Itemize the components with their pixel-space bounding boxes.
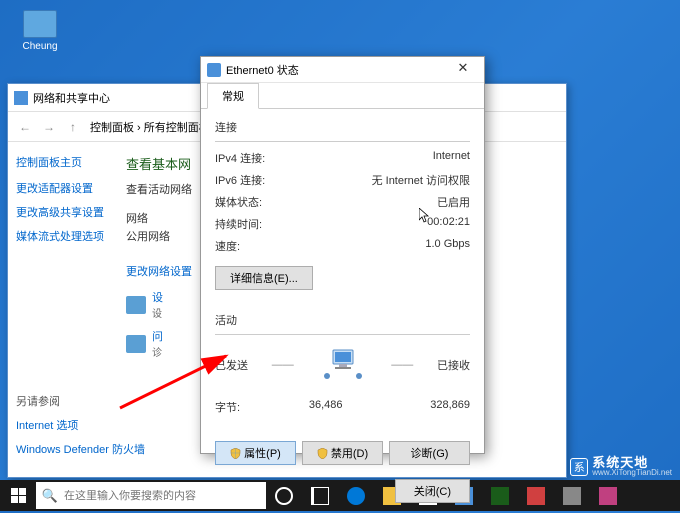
ethernet-icon — [207, 63, 221, 77]
sidebar-item-media[interactable]: 媒体流式处理选项 — [16, 228, 110, 244]
ipv6-label: IPv6 连接: — [215, 172, 265, 188]
row-ipv6: IPv6 连接: 无 Internet 访问权限 — [215, 172, 470, 188]
shield-icon — [317, 448, 328, 459]
nav-up-button[interactable]: ↑ — [62, 116, 84, 138]
nav-back-button[interactable]: ← — [14, 116, 36, 138]
speed-label: 速度: — [215, 238, 240, 254]
ipv4-value: Internet — [433, 150, 470, 166]
cp-title: 网络和共享中心 — [33, 90, 110, 106]
cp-sidebar: 控制面板主页 更改适配器设置 更改高级共享设置 媒体流式处理选项 另请参阅 In… — [8, 142, 118, 477]
diagnose-button[interactable]: 诊断(G) — [389, 441, 470, 465]
ipv4-label: IPv4 连接: — [215, 150, 265, 166]
windows-logo-icon — [11, 488, 26, 503]
media-value: 已启用 — [437, 194, 470, 210]
search-icon: 🔍 — [36, 488, 64, 504]
eth-close-x-button[interactable]: ✕ — [448, 60, 478, 80]
received-label: 已接收 — [437, 357, 470, 373]
close-button[interactable]: 关闭(C) — [395, 479, 470, 503]
breadcrumb[interactable]: 控制面板 › 所有控制面板 › — [90, 119, 217, 135]
start-button[interactable] — [0, 480, 36, 511]
watermark: 系 系统天地 www.XiTongTianDi.net — [570, 456, 672, 477]
row-ipv4: IPv4 连接: Internet — [215, 150, 470, 166]
bytes-received-value: 328,869 — [392, 399, 470, 415]
sidebar-item-sharing[interactable]: 更改高级共享设置 — [16, 204, 110, 220]
sidebar-home-link[interactable]: 控制面板主页 — [16, 154, 110, 170]
app2-icon — [491, 487, 509, 505]
setup-connection-icon — [126, 296, 146, 314]
tab-general[interactable]: 常规 — [207, 83, 259, 109]
taskbar-app2-button[interactable] — [482, 480, 518, 511]
eth-tabs: 常规 — [201, 83, 484, 109]
nav-forward-button[interactable]: → — [38, 116, 60, 138]
speed-value: 1.0 Gbps — [425, 238, 470, 254]
shield-icon — [230, 448, 241, 459]
eth-dialog-title: Ethernet0 状态 — [226, 62, 448, 78]
desktop-icon-label: Cheung — [20, 41, 60, 52]
taskbar-app4-button[interactable] — [554, 480, 590, 511]
app5-icon — [599, 487, 617, 505]
network-type-value: 公用网络 — [126, 231, 170, 243]
network-name-label: 网络 — [126, 210, 186, 226]
sidebar-item-adapter[interactable]: 更改适配器设置 — [16, 180, 110, 196]
taskbar-app5-button[interactable] — [590, 480, 626, 511]
duration-label: 持续时间: — [215, 216, 262, 232]
watermark-logo-icon: 系 — [570, 458, 588, 476]
row-duration: 持续时间: 00:02:21 — [215, 216, 470, 232]
details-button[interactable]: 详细信息(E)... — [215, 266, 313, 290]
activity-section-title: 活动 — [215, 312, 470, 328]
taskbar-app3-button[interactable] — [518, 480, 554, 511]
ipv6-value: 无 Internet 访问权限 — [372, 172, 470, 188]
properties-button[interactable]: 属性(P) — [215, 441, 296, 465]
bytes-label: 字节: — [215, 399, 264, 415]
duration-value: 00:02:21 — [427, 216, 470, 232]
row-media: 媒体状态: 已启用 — [215, 194, 470, 210]
watermark-url: www.XiTongTianDi.net — [592, 469, 672, 477]
eth-titlebar[interactable]: Ethernet0 状态 ✕ — [201, 57, 484, 83]
row-speed: 速度: 1.0 Gbps — [215, 238, 470, 254]
app3-icon — [527, 487, 545, 505]
desktop-icon-user[interactable]: Cheung — [20, 10, 60, 52]
sent-label: 已发送 — [215, 357, 248, 373]
bytes-sent-value: 36,486 — [264, 399, 342, 415]
network-activity-icon — [318, 345, 368, 385]
ethernet-status-dialog: Ethernet0 状态 ✕ 常规 连接 IPv4 连接: Internet I… — [200, 56, 485, 454]
network-center-icon — [14, 91, 28, 105]
troubleshoot-icon — [126, 335, 146, 353]
app4-icon — [563, 487, 581, 505]
disable-button[interactable]: 禁用(D) — [302, 441, 383, 465]
divider — [215, 141, 470, 142]
user-folder-icon — [23, 10, 57, 38]
connection-section-title: 连接 — [215, 119, 470, 135]
media-label: 媒体状态: — [215, 194, 262, 210]
divider — [215, 334, 470, 335]
